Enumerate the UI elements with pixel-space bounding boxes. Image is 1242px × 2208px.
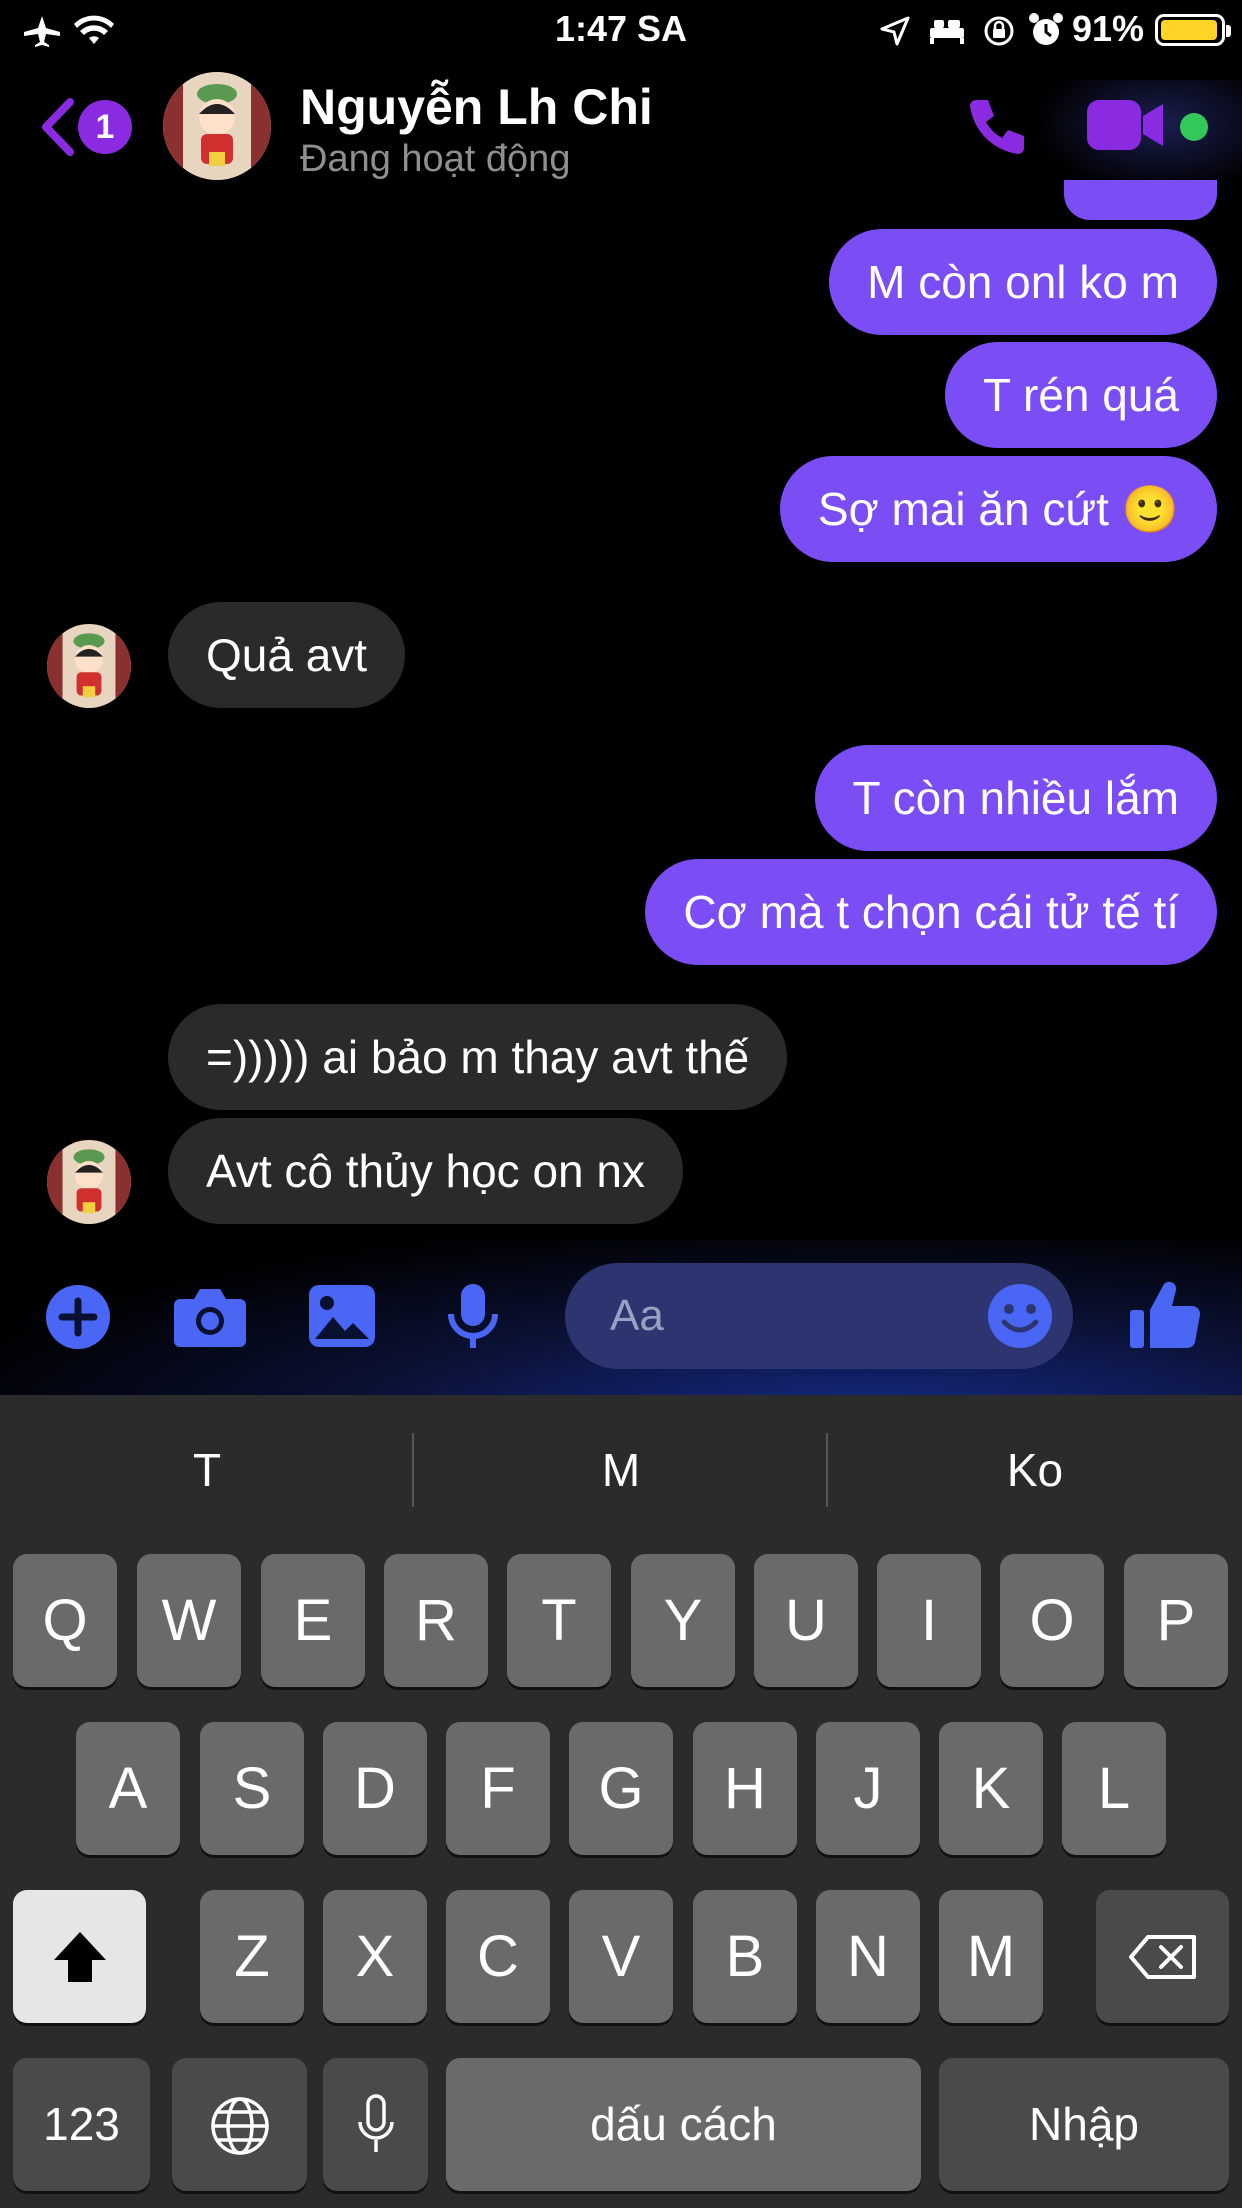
key-t[interactable]: T <box>507 1554 611 1687</box>
key-g[interactable]: G <box>569 1722 673 1855</box>
contact-name[interactable]: Nguyễn Lh Chi <box>300 78 653 136</box>
bed-icon <box>930 20 964 44</box>
message-outgoing[interactable]: Cơ mà t chọn cái tử tế tí <box>645 859 1217 965</box>
numbers-key[interactable]: 123 <box>13 2058 150 2191</box>
key-c[interactable]: C <box>446 1890 550 2023</box>
online-indicator <box>1180 113 1208 141</box>
back-chevron-icon[interactable] <box>38 98 78 156</box>
key-x[interactable]: X <box>323 1890 427 2023</box>
key-s[interactable]: S <box>200 1722 304 1855</box>
battery-icon <box>1155 14 1231 46</box>
suggestion-3[interactable]: Ko <box>828 1430 1242 1510</box>
key-i[interactable]: I <box>877 1554 981 1687</box>
globe-icon <box>210 2097 269 2155</box>
message-outgoing[interactable]: T rén quá <box>944 342 1217 448</box>
gallery-icon[interactable] <box>307 1283 377 1349</box>
battery-percentage: 91% <box>1072 8 1145 49</box>
key-k[interactable]: K <box>939 1722 1043 1855</box>
thumbs-up-icon[interactable] <box>1128 1278 1202 1352</box>
key-u[interactable]: U <box>754 1554 858 1687</box>
key-p[interactable]: P <box>1124 1554 1228 1687</box>
key-r[interactable]: R <box>384 1554 488 1687</box>
contact-active-status: Đang hoạt động <box>300 138 571 180</box>
camera-icon[interactable] <box>172 1285 248 1349</box>
key-o[interactable]: O <box>1000 1554 1104 1687</box>
emoji-icon[interactable] <box>986 1282 1054 1350</box>
rotation-lock-icon <box>984 16 1014 46</box>
key-f[interactable]: F <box>446 1722 550 1855</box>
voice-call-icon[interactable] <box>962 94 1030 162</box>
return-key[interactable]: Nhập <box>939 2058 1229 2191</box>
shift-arrow-icon <box>53 1932 106 1982</box>
key-h[interactable]: H <box>693 1722 797 1855</box>
contact-avatar-small[interactable] <box>47 1140 131 1224</box>
key-d[interactable]: D <box>323 1722 427 1855</box>
message-outgoing[interactable]: Sợ mai ăn cứt 🙂 <box>779 456 1217 562</box>
dictation-key[interactable] <box>323 2058 428 2191</box>
key-v[interactable]: V <box>569 1890 673 2023</box>
microphone-icon <box>357 2094 394 2152</box>
key-e[interactable]: E <box>261 1554 365 1687</box>
key-w[interactable]: W <box>137 1554 241 1687</box>
delete-key[interactable] <box>1096 1890 1229 2023</box>
suggestion-1[interactable]: T <box>0 1430 414 1510</box>
key-m[interactable]: M <box>939 1890 1043 2023</box>
contact-avatar[interactable] <box>163 72 271 180</box>
key-z[interactable]: Z <box>200 1890 304 2023</box>
alarm-icon <box>1029 13 1063 45</box>
video-call-icon[interactable] <box>1085 98 1167 152</box>
unread-count-badge[interactable]: 1 <box>78 100 132 154</box>
message-outgoing[interactable]: M còn onl ko m <box>829 229 1217 335</box>
key-q[interactable]: Q <box>13 1554 117 1687</box>
key-n[interactable]: N <box>816 1890 920 2023</box>
status-bar: 1:47 SA 91% <box>0 0 1242 60</box>
key-l[interactable]: L <box>1062 1722 1166 1855</box>
microphone-icon[interactable] <box>444 1282 502 1352</box>
location-icon <box>880 16 910 46</box>
plus-icon[interactable] <box>44 1283 112 1351</box>
message-incoming[interactable]: =))))) ai bảo m thay avt thế <box>168 1004 788 1110</box>
backspace-icon <box>1128 1935 1196 1979</box>
key-y[interactable]: Y <box>631 1554 735 1687</box>
globe-key[interactable] <box>172 2058 307 2191</box>
message-incoming[interactable]: Avt cô thủy học on nx <box>168 1118 683 1224</box>
key-j[interactable]: J <box>816 1722 920 1855</box>
key-b[interactable]: B <box>693 1890 797 2023</box>
shift-key[interactable] <box>13 1890 146 2023</box>
suggestion-2[interactable]: M <box>414 1430 828 1510</box>
contact-avatar-small[interactable] <box>47 624 131 708</box>
message-incoming[interactable]: Quả avt <box>168 602 406 708</box>
space-key[interactable]: dấu cách <box>446 2058 921 2191</box>
message-outgoing[interactable]: T còn nhiều lắm <box>814 745 1217 851</box>
key-a[interactable]: A <box>76 1722 180 1855</box>
previous-message-bubble[interactable] <box>1064 180 1217 220</box>
